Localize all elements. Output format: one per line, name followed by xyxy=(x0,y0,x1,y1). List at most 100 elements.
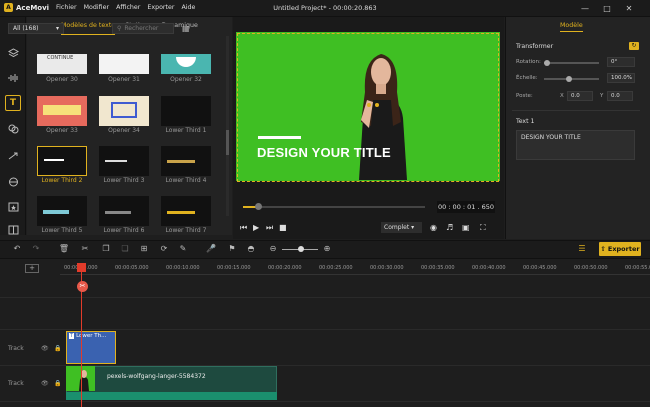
thumbnail-opener-32[interactable] xyxy=(161,54,211,74)
paste-icon[interactable]: ❏ xyxy=(119,243,131,255)
rotate-icon[interactable]: ⟳ xyxy=(158,243,170,255)
thumbnail-lower-third-3[interactable] xyxy=(99,146,149,176)
position-y-field[interactable]: 0.0 xyxy=(607,91,633,101)
category-select[interactable]: All (168) ▾ xyxy=(8,23,64,34)
search-placeholder: Rechercher xyxy=(124,25,159,32)
media-scrollbar-thumb[interactable] xyxy=(226,130,229,155)
ruler-tick-label: 00:00:20.000 xyxy=(268,265,302,271)
tab-template[interactable]: Modèle xyxy=(560,22,583,32)
marker-icon[interactable]: ⚑ xyxy=(226,243,238,255)
menu-aide[interactable]: Aide xyxy=(181,4,195,11)
menu-modifier[interactable]: Modifier xyxy=(84,4,109,11)
thumbnail-opener-34-art xyxy=(111,102,137,118)
rotation-field[interactable]: 0° xyxy=(607,57,635,67)
anchor-handle[interactable] xyxy=(367,103,371,107)
edit-icon[interactable]: ✎ xyxy=(177,243,189,255)
rotation-slider[interactable] xyxy=(544,62,599,64)
effects-icon[interactable] xyxy=(5,121,21,137)
thumbnail-opener-30[interactable]: CONTINUE xyxy=(37,54,87,74)
thumbnail-label: Opener 30 xyxy=(46,76,78,83)
thumbnail-lower-third-6-art xyxy=(105,211,131,214)
snapshot-icon[interactable]: ◉ xyxy=(430,223,437,232)
search-input[interactable]: ⚲ Rechercher xyxy=(112,23,174,34)
x-label: X xyxy=(560,93,564,99)
volume-icon[interactable]: ♬ xyxy=(446,223,453,232)
eye-icon[interactable]: 👁 xyxy=(41,380,49,387)
fullscreen-icon[interactable]: ⛶ xyxy=(480,223,486,233)
eye-icon[interactable]: 👁 xyxy=(41,345,49,352)
scale-label: Échelle: xyxy=(516,75,538,81)
menu-exporter[interactable]: Exporter xyxy=(147,4,174,11)
overlay-title[interactable]: DESIGN YOUR TITLE xyxy=(257,145,391,160)
title-text-input[interactable]: DESIGN YOUR TITLE xyxy=(516,130,635,160)
play-icon[interactable]: ▶ xyxy=(253,223,259,232)
lock-icon[interactable]: 🔒 xyxy=(54,345,61,352)
zoom-slider-knob[interactable] xyxy=(298,246,304,252)
playback-scrubber[interactable] xyxy=(255,203,262,210)
tab-text-templates[interactable]: Modèles de texte xyxy=(61,17,116,35)
copy-icon[interactable]: ❐ xyxy=(100,243,112,255)
reset-icon[interactable]: ↻ xyxy=(629,42,639,50)
thumbnail-label: Opener 32 xyxy=(170,76,202,83)
redo-icon[interactable]: ↷ xyxy=(30,243,42,255)
thumbnail-opener-33-art xyxy=(43,105,81,115)
minimize-icon[interactable]: — xyxy=(578,1,592,15)
quality-select-value: Complet xyxy=(384,224,410,231)
title-clip-header: T Lower Th... xyxy=(67,332,115,340)
thumbnail-lower-third-7[interactable] xyxy=(161,196,211,226)
close-icon[interactable]: ✕ xyxy=(622,1,636,15)
position-label: Poste: xyxy=(516,93,533,99)
logo-icon: A xyxy=(4,3,13,12)
microphone-icon[interactable]: 🎤 xyxy=(205,243,217,255)
scale-slider-knob[interactable] xyxy=(566,76,572,82)
audio-icon[interactable] xyxy=(5,70,21,86)
thumbnail-lower-third-1[interactable] xyxy=(161,96,211,126)
grid-view-icon[interactable]: ▦ xyxy=(182,23,194,34)
thumbnail-label: Lower Third 2 xyxy=(41,177,83,184)
thumbnail-lower-third-4[interactable] xyxy=(161,146,211,176)
lock-icon[interactable]: 🔒 xyxy=(54,380,61,387)
zoom-out-icon[interactable]: ⊖ xyxy=(267,243,279,255)
thumbnail-opener-31[interactable] xyxy=(99,54,149,74)
thumbnail-lower-third-6[interactable] xyxy=(99,196,149,226)
rotation-label: Rotation: xyxy=(516,59,541,65)
thumbnail-opener-34[interactable] xyxy=(99,96,149,126)
quality-select[interactable]: Complet ▾ xyxy=(381,222,422,233)
undo-icon[interactable]: ↶ xyxy=(11,243,23,255)
chevron-down-icon: ▾ xyxy=(411,224,415,231)
menu-fichier[interactable]: Fichier xyxy=(56,4,77,11)
thumbnail-opener-33[interactable] xyxy=(37,96,87,126)
menu-afficher[interactable]: Afficher xyxy=(116,4,140,11)
sticker-icon[interactable] xyxy=(5,199,21,215)
thumbnail-lower-third-2[interactable] xyxy=(37,146,87,176)
transition-icon[interactable] xyxy=(5,148,21,164)
text-icon[interactable]: T xyxy=(5,95,21,111)
delete-icon[interactable]: 🗑 xyxy=(58,243,70,255)
rotate-handle[interactable] xyxy=(375,103,379,107)
playhead-handle[interactable] xyxy=(77,263,86,272)
split-screen-icon[interactable] xyxy=(5,222,21,238)
speed-icon[interactable]: ◓ xyxy=(245,243,257,255)
thumbnail-lower-third-5[interactable] xyxy=(37,196,87,226)
maximize-icon[interactable]: □ xyxy=(600,1,614,15)
split-scissors-icon[interactable]: ✂ xyxy=(77,281,88,292)
prev-frame-icon[interactable]: ⏮ xyxy=(240,223,247,233)
add-track-button[interactable]: + xyxy=(25,264,39,273)
aspect-ratio-icon[interactable]: ▣ xyxy=(462,223,470,232)
crop-icon[interactable]: ⊞ xyxy=(138,243,150,255)
media-scrollbar[interactable] xyxy=(226,36,229,216)
stop-icon[interactable]: ■ xyxy=(279,223,287,232)
timecode: 00 : 00 : 01 . 650 xyxy=(437,201,495,213)
layers-icon[interactable] xyxy=(5,45,21,61)
filter-icon[interactable] xyxy=(5,174,21,190)
settings-sliders-icon[interactable]: ☰ xyxy=(576,243,588,255)
zoom-in-icon[interactable]: ⊕ xyxy=(321,243,333,255)
export-label: Exporter xyxy=(607,245,640,253)
playback-progress-track[interactable] xyxy=(243,206,425,208)
rotation-slider-knob[interactable] xyxy=(544,60,550,66)
scale-field[interactable]: 100.0% xyxy=(607,73,635,83)
position-x-field[interactable]: 0.0 xyxy=(567,91,593,101)
cut-icon[interactable]: ✂ xyxy=(79,243,91,255)
next-frame-icon[interactable]: ⏭ xyxy=(266,223,273,233)
export-button[interactable]: ⇧ Exporter xyxy=(599,242,641,256)
